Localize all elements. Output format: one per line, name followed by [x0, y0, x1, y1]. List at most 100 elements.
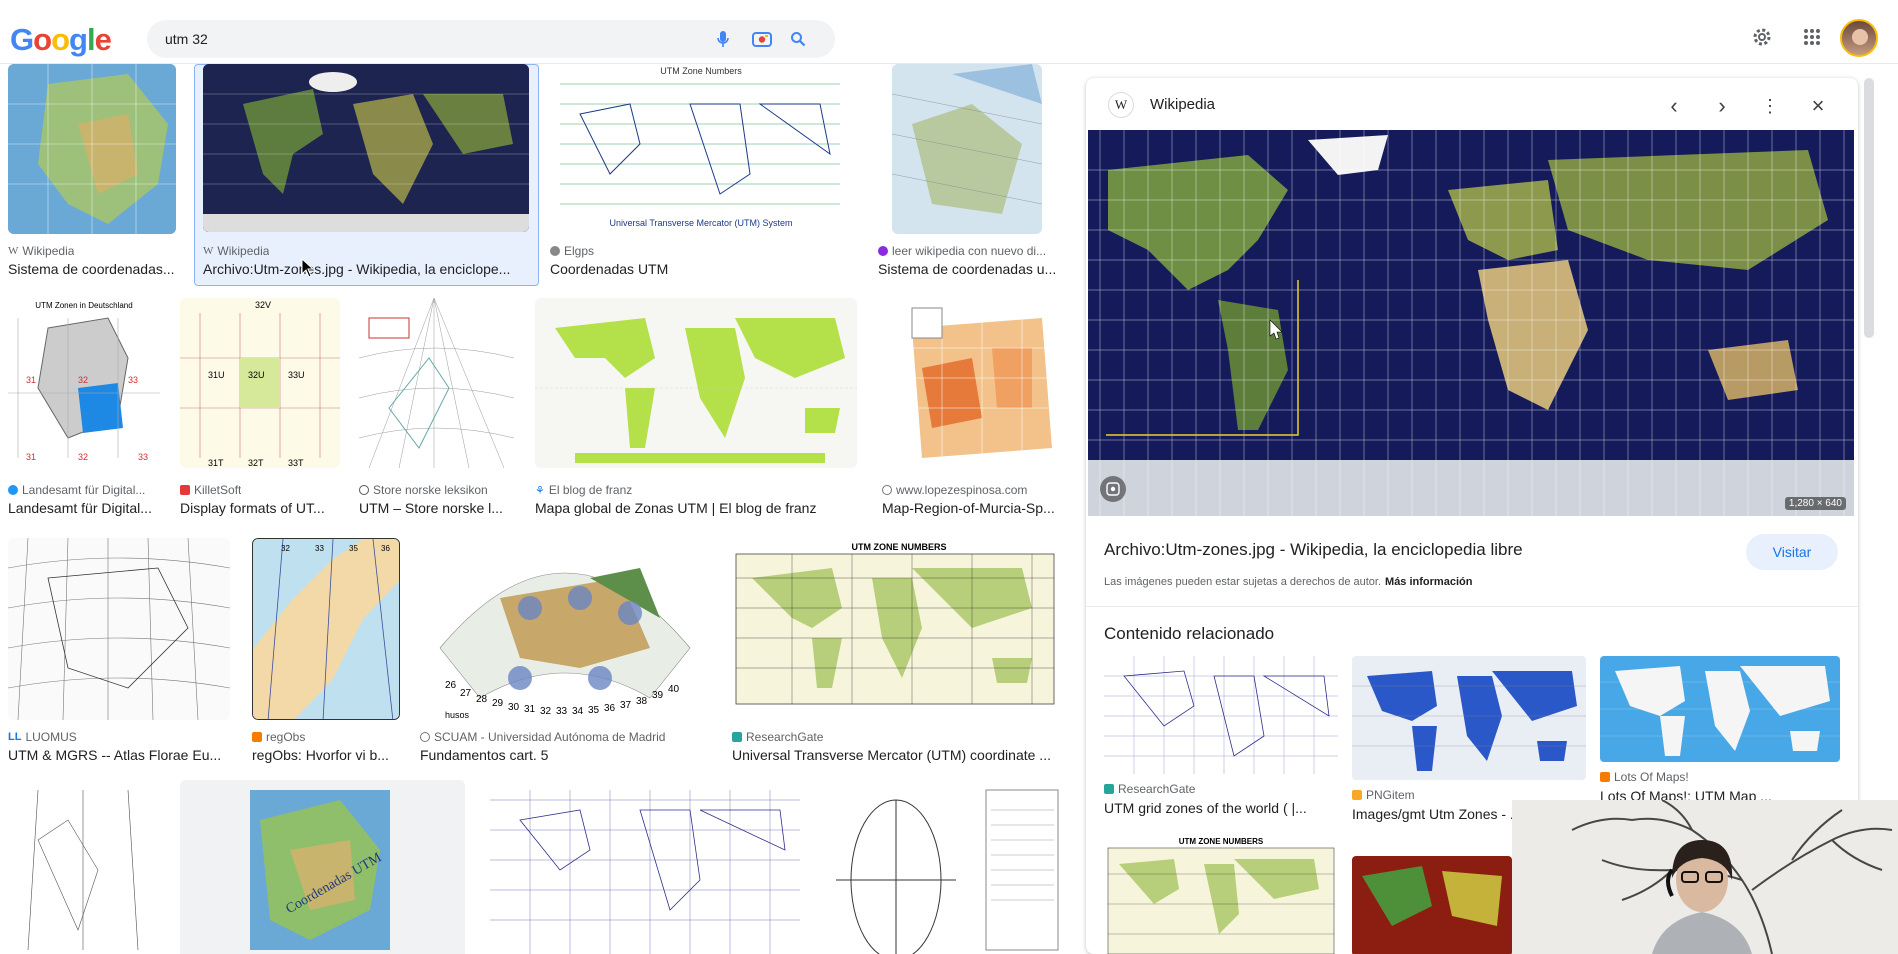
thumb-title: UTM ZONE NUMBERS: [1179, 837, 1264, 846]
visit-button[interactable]: Visitar: [1746, 534, 1838, 570]
result-title[interactable]: Landesamt für Digital...: [8, 500, 168, 516]
image-result[interactable]: [826, 780, 1061, 954]
globe-icon: [882, 485, 892, 495]
result-thumbnail: [8, 780, 156, 954]
result-title[interactable]: Display formats of UT...: [180, 500, 340, 516]
account-avatar[interactable]: [1840, 19, 1878, 57]
more-info-link[interactable]: Más información: [1385, 576, 1472, 588]
image-result[interactable]: leer wikipedia con nuevo di... Sistema d…: [878, 64, 1064, 284]
thumb-label: 32: [281, 544, 290, 553]
thumb-label: 33U: [288, 370, 305, 380]
panel-header: W Wikipedia ‹ › ⋮ ×: [1086, 78, 1858, 130]
gear-icon[interactable]: [1749, 24, 1775, 50]
top-bar: Google: [0, 0, 1898, 64]
thumb-label: 33: [128, 375, 138, 385]
blog-icon: ⚘: [535, 484, 545, 497]
panel-site-name[interactable]: Wikipedia: [1150, 96, 1215, 113]
lens-search-icon[interactable]: [1100, 476, 1126, 502]
thumb-label: 26: [445, 680, 457, 691]
result-thumbnail: [535, 298, 857, 468]
result-thumbnail: 26 27 28 29 30 31 32 33 34 35 36 37 38 39 40 husos: [420, 538, 710, 720]
image-result[interactable]: 32V 31U 32U 33U 31T 32T 33T KilletSoft Display…: [180, 298, 340, 518]
result-title[interactable]: Coordenadas UTM: [550, 261, 850, 277]
image-result[interactable]: LL LUOMUS UTM & MGRS -- Atlas Florae Eu..…: [8, 538, 233, 763]
thumb-label: 34: [572, 706, 584, 717]
thumb-label: 32U: [248, 370, 265, 380]
thumb-label: 39: [652, 690, 664, 701]
thumb-label: husos: [445, 710, 470, 720]
image-result[interactable]: W Wikipedia Archivo:Utm-zones.jpg - Wikip…: [203, 64, 533, 284]
logo-letter: o: [51, 22, 70, 57]
result-source: regObs: [252, 730, 305, 744]
result-title[interactable]: Archivo:Utm-zones.jpg - Wikipedia, la en…: [203, 261, 533, 277]
logo-letter: l: [86, 22, 96, 57]
wikipedia-icon: W: [203, 245, 214, 257]
chevron-right-icon[interactable]: ›: [1708, 92, 1736, 120]
thumb-label: 35: [349, 544, 358, 553]
image-result[interactable]: ⚘ El blog de franz Mapa global de Zonas U…: [535, 298, 860, 518]
image-result[interactable]: 32 33 35 36 regObs regObs: Hvorfor vi b...: [252, 538, 402, 763]
result-title[interactable]: Sistema de coordenadas u...: [878, 261, 1058, 277]
image-result[interactable]: UTM ZONE NUMBERS ResearchGate Universal …: [732, 538, 1068, 763]
more-vert-icon[interactable]: ⋮: [1756, 92, 1784, 120]
related-thumbnail: [1104, 656, 1338, 774]
related-thumbnail: [1600, 656, 1840, 762]
result-thumbnail: UTM Zonen in Deutschland 31 32 33 31 32 33: [8, 298, 160, 468]
result-thumbnail: [359, 298, 514, 468]
copyright-note: Las imágenes pueden estar sujetas a dere…: [1104, 576, 1473, 588]
image-result[interactable]: 26 27 28 29 30 31 32 33 34 35 36 37 38 39 40 husos SCUA…: [420, 538, 712, 763]
preview-image[interactable]: 1,280 × 640: [1088, 130, 1854, 516]
result-thumbnail: UTM ZONE NUMBERS: [732, 538, 1066, 720]
google-logo[interactable]: Google: [10, 22, 112, 58]
result-title[interactable]: UTM & MGRS -- Atlas Florae Eu...: [8, 747, 233, 763]
search-box: [147, 20, 835, 58]
logo-letter: e: [94, 22, 112, 57]
thumb-caption: Universal Transverse Mercator (UTM) Syst…: [609, 218, 792, 228]
result-source: KilletSoft: [180, 483, 241, 497]
result-title[interactable]: Universal Transverse Mercator (UTM) coor…: [732, 747, 1066, 763]
thumb-label: 31: [26, 452, 36, 462]
panel-scrollbar[interactable]: [1864, 78, 1874, 338]
image-result[interactable]: W Wikipedia Sistema de coordenadas...: [8, 64, 178, 284]
image-result[interactable]: UTM Zonen in Deutschland 31 32 33 31 32 33 Lan…: [8, 298, 168, 518]
thumb-label: 31: [26, 375, 36, 385]
related-thumbnail: [1352, 856, 1512, 954]
related-title[interactable]: UTM grid zones of the world ( |...: [1104, 800, 1338, 816]
image-result[interactable]: Coordenadas UTM: [180, 780, 465, 954]
thumb-label: 32V: [255, 300, 271, 310]
researchgate-icon: [1104, 784, 1114, 794]
result-title[interactable]: Sistema de coordenadas...: [8, 261, 178, 277]
image-result[interactable]: [490, 780, 800, 954]
result-title[interactable]: regObs: Hvorfor vi b...: [252, 747, 402, 763]
search-input[interactable]: [165, 28, 665, 50]
panel-title[interactable]: Archivo:Utm-zones.jpg - Wikipedia, la en…: [1104, 540, 1523, 560]
globe-icon: [420, 732, 430, 742]
camera-icon[interactable]: [751, 28, 773, 50]
result-source: PNGitem: [1352, 788, 1415, 802]
result-source: www.lopezespinosa.com: [882, 483, 1027, 497]
image-result[interactable]: [8, 780, 158, 954]
result-title[interactable]: UTM – Store norske l...: [359, 500, 509, 516]
webcam-overlay: [1512, 800, 1898, 954]
thumb-label: 32: [78, 375, 88, 385]
result-thumbnail: [490, 780, 800, 954]
chevron-left-icon[interactable]: ‹: [1660, 92, 1688, 120]
thumb-label: 40: [668, 684, 680, 695]
close-icon[interactable]: ×: [1804, 92, 1832, 120]
search-icon[interactable]: [787, 28, 809, 50]
result-source: Landesamt für Digital...: [8, 483, 145, 497]
result-title[interactable]: Map-Region-of-Murcia-Sp...: [882, 500, 1058, 516]
thumb-label: 32: [78, 452, 88, 462]
apps-icon[interactable]: [1799, 24, 1825, 50]
divider: [1086, 606, 1858, 607]
mic-icon[interactable]: [712, 28, 734, 50]
thumb-label: 30: [508, 702, 520, 713]
result-title[interactable]: Mapa global de Zonas UTM | El blog de fr…: [535, 500, 855, 516]
thumb-label: 31: [524, 704, 536, 715]
image-result[interactable]: UTM Zone Numbers Universal Transverse Mer…: [550, 64, 855, 284]
wikipedia-icon: W: [1108, 92, 1134, 118]
image-result[interactable]: www.lopezespinosa.com Map-Region-of-Murc…: [882, 298, 1062, 518]
thumb-label: 33: [138, 452, 148, 462]
result-title[interactable]: Fundamentos cart. 5: [420, 747, 710, 763]
image-result[interactable]: Store norske leksikon UTM – Store norske…: [359, 298, 519, 518]
